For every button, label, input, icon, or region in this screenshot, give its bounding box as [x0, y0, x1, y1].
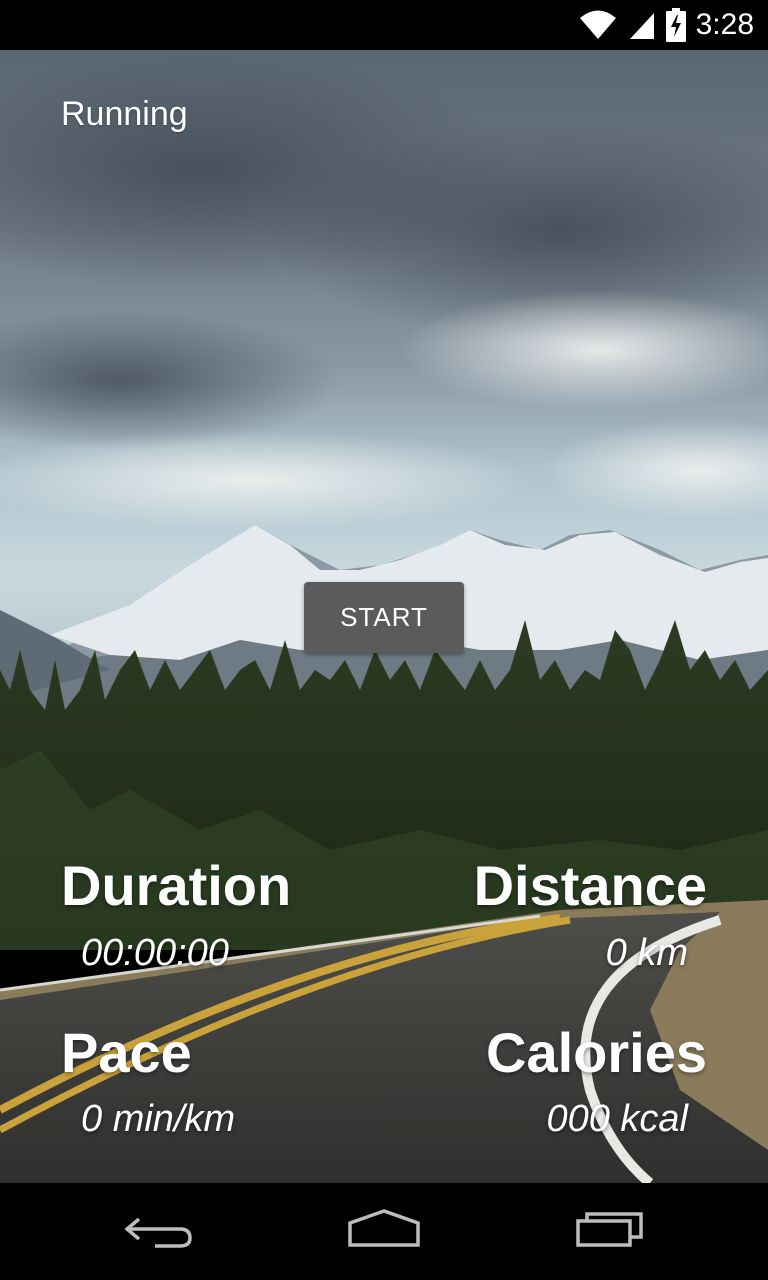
duration-label: Duration [61, 854, 292, 917]
duration-value: 00:00:00 [81, 932, 229, 974]
status-time: 3:28 [695, 8, 754, 41]
wifi-icon [578, 9, 618, 41]
calories-value: 000 kcal [546, 1098, 688, 1140]
status-icons: 3:28 [578, 0, 754, 50]
recent-apps-button[interactable] [530, 1183, 690, 1280]
pace-label: Pace [61, 1021, 192, 1084]
back-icon [124, 1209, 195, 1254]
pace-value: 0 min/km [81, 1098, 236, 1140]
start-button[interactable]: START [304, 582, 464, 653]
signal-icon [628, 9, 656, 41]
distance-value: 0 km [605, 932, 688, 974]
distance-label: Distance [473, 854, 707, 917]
home-icon [346, 1209, 422, 1254]
calories-label: Calories [486, 1021, 707, 1084]
home-button[interactable] [304, 1183, 464, 1280]
navigation-bar [0, 1183, 768, 1280]
back-button[interactable] [80, 1183, 240, 1280]
app-title: Running [61, 95, 188, 133]
battery-charging-icon [665, 8, 686, 42]
status-bar: 3:28 [0, 0, 768, 50]
recent-apps-icon [575, 1209, 645, 1254]
